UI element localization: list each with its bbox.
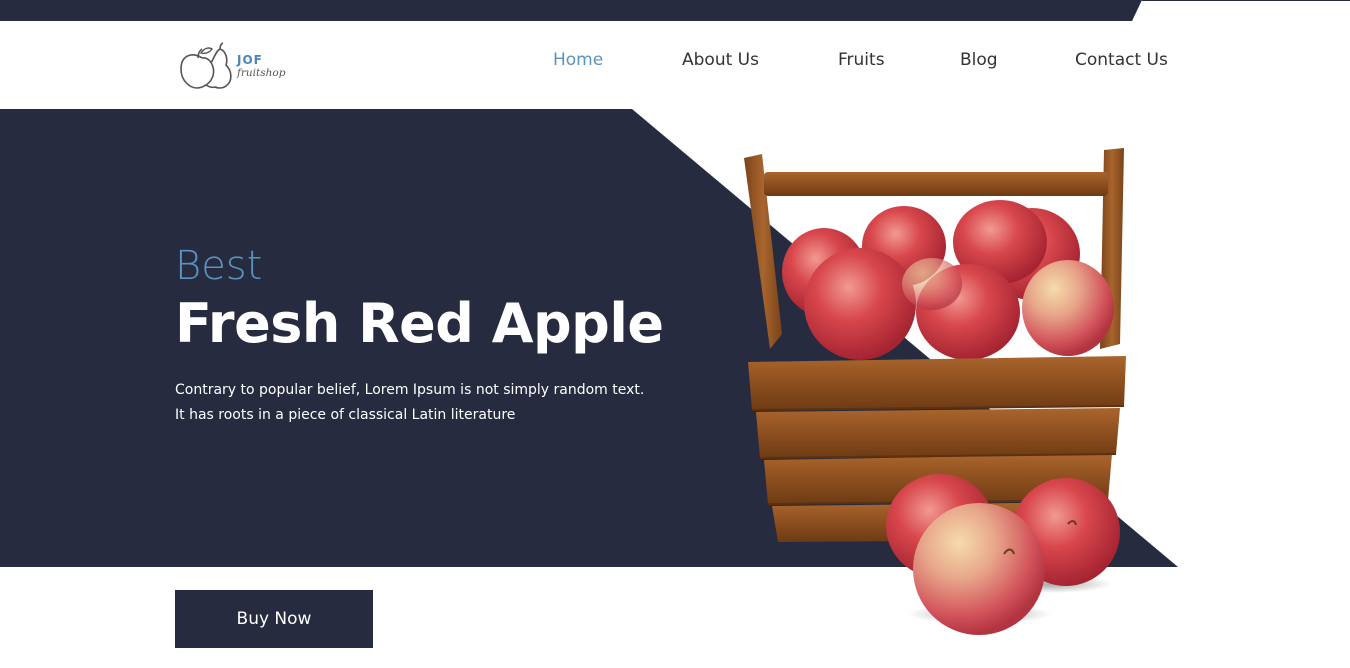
hero-title: Fresh Red Apple bbox=[175, 292, 664, 355]
nav-fruits-link[interactable]: Fruits bbox=[838, 50, 885, 70]
nav-home-link[interactable]: Home bbox=[553, 50, 603, 70]
hero-subtitle: Best bbox=[175, 243, 263, 289]
nav-about-us-link[interactable]: About Us bbox=[682, 50, 759, 70]
nav-contact-us-link[interactable]: Contact Us bbox=[1075, 50, 1168, 70]
hero-content: Best Fresh Red Apple Contrary to popular… bbox=[175, 240, 735, 428]
hero-description: Contrary to popular belief, Lorem Ipsum … bbox=[175, 382, 645, 423]
hero-apple-basket-image bbox=[742, 144, 1134, 649]
nav-blog-link[interactable]: Blog bbox=[960, 50, 998, 70]
buy-now-button[interactable]: Buy Now bbox=[175, 590, 373, 648]
top-accent-bar bbox=[0, 0, 1350, 21]
main-nav: Home About Us Fruits Blog Contact Us bbox=[0, 50, 1350, 74]
